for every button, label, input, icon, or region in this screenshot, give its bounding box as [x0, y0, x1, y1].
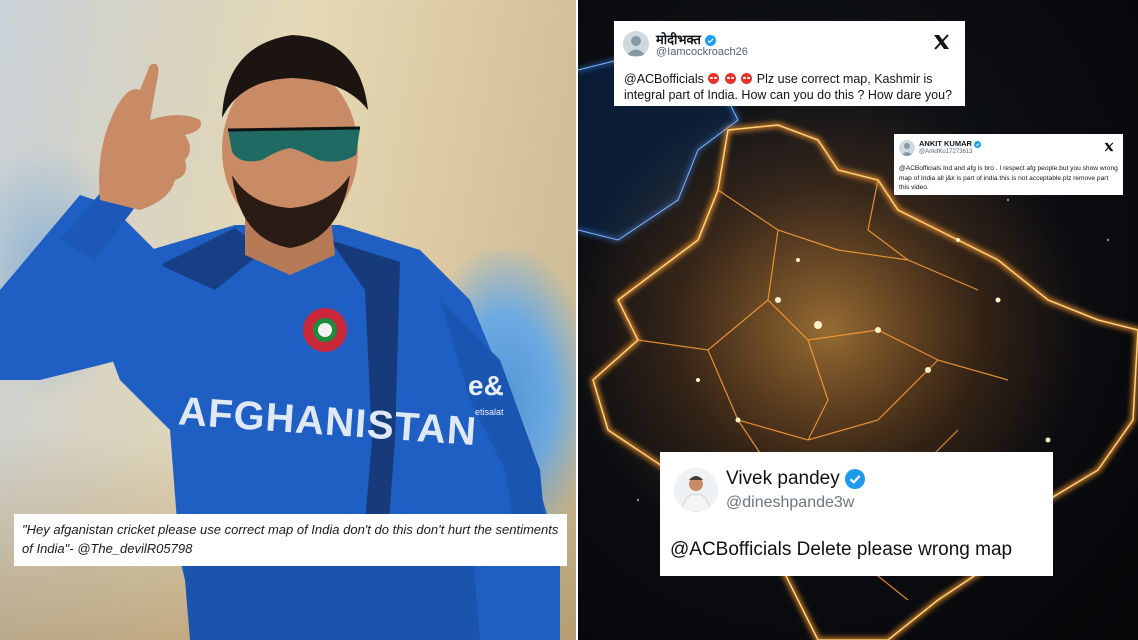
caption-box: "Hey afganistan cricket please use corre… — [14, 514, 567, 566]
tweet-text: @ACBofficials Delete please wrong map — [670, 539, 1013, 560]
tweet-text: @ACBofficials Ind and afg is bro . I res… — [899, 165, 1118, 191]
verified-badge-icon — [974, 140, 982, 148]
verified-badge-icon — [704, 35, 716, 47]
avatar — [623, 31, 649, 57]
default-avatar-icon — [626, 36, 646, 56]
caption-text: "Hey afganistan cricket please use corre… — [22, 522, 559, 556]
verified-badge-icon — [845, 468, 866, 489]
tweet-author-name: Vivek pandey — [726, 468, 866, 490]
tweet-card-1: मोदीभक्त @Iamcockroach26 @ACBofficials P… — [614, 21, 965, 106]
x-logo-icon — [934, 34, 949, 50]
svg-text:e&: e& — [468, 370, 504, 401]
tweet-card-3: Vivek pandey @dineshpande3w @ACBofficial… — [660, 452, 1053, 576]
x-logo-icon — [1104, 142, 1114, 152]
angry-face-icon — [741, 73, 753, 84]
angry-face-icon — [724, 73, 736, 84]
default-avatar-icon — [901, 143, 913, 156]
tweet-handle: @Iamcockroach26 — [656, 46, 748, 58]
tweet-card-2: ANKIT KUMAR @AnkitKu17273613 @ACBofficia… — [894, 134, 1123, 195]
tweet-handle: @AnkitKu17273613 — [919, 149, 973, 155]
tweet-handle: @dineshpande3w — [726, 494, 855, 511]
composite-image: e& etisalat AFGHANISTAN "Hey afganistan … — [0, 0, 1138, 640]
player-photo: e& etisalat AFGHANISTAN "Hey afganistan … — [0, 0, 576, 640]
avatar — [674, 468, 718, 512]
angry-face-icon — [708, 73, 720, 84]
profile-photo-icon — [674, 468, 718, 512]
svg-text:etisalat: etisalat — [475, 407, 504, 417]
tweet-text: @ACBofficials Plz use correct map, Kashm… — [624, 72, 952, 102]
avatar — [899, 140, 915, 156]
tweet-author-name: ANKIT KUMAR — [919, 139, 982, 148]
